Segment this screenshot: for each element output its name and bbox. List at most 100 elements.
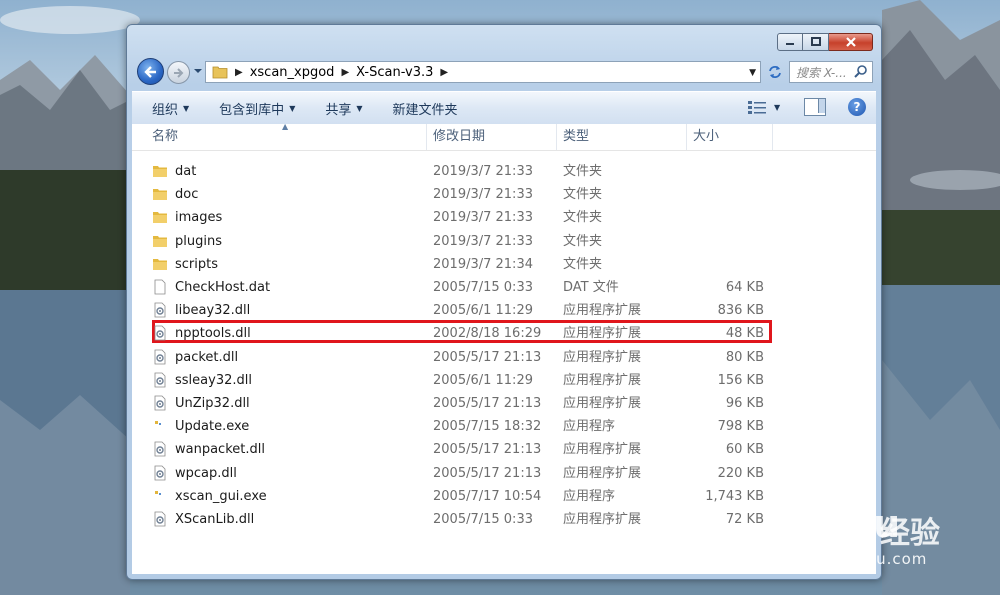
close-icon: [845, 37, 856, 47]
file-size: [682, 230, 764, 253]
breadcrumb-item[interactable]: xscan_xpgod: [250, 65, 335, 80]
file-row[interactable]: wpcap.dll 2005/5/17 21:13 应用程序扩展 220 KB: [132, 462, 876, 485]
file-date: 2019/3/7 21:33: [433, 187, 533, 203]
file-date: 2005/5/17 21:13: [433, 396, 542, 411]
file-row[interactable]: UnZip32.dll 2005/5/17 21:13 应用程序扩展 96 KB: [132, 392, 876, 415]
details-view-icon: [748, 101, 766, 114]
file-date: 2005/7/15 18:32: [433, 419, 542, 435]
arrow-right-icon: [173, 67, 183, 78]
file-type: 应用程序扩展: [563, 465, 642, 481]
search-icon[interactable]: [853, 64, 869, 80]
file-name: npptools.dll: [175, 326, 251, 342]
file-type: 应用程序: [563, 488, 616, 504]
breadcrumb-separator[interactable]: ▶: [341, 67, 349, 78]
file-size: 220 KB: [717, 465, 764, 481]
new-folder-button[interactable]: 新建文件夹: [383, 97, 468, 119]
search-input[interactable]: 搜索 X-...: [789, 61, 873, 83]
file-size: 1,743 KB: [705, 488, 764, 504]
file-row[interactable]: libeay32.dll 2005/6/1 11:29 应用程序扩展 836 KB: [132, 299, 876, 322]
caption-buttons: [777, 33, 873, 51]
file-name: dat: [175, 164, 197, 179]
file-date: 2005/5/17 21:13: [433, 349, 542, 365]
file-row[interactable]: ssleay32.dll 2005/6/1 11:29 应用程序扩展 156 KB: [132, 369, 876, 392]
share-label: 共享: [325, 102, 352, 118]
file-name: scripts: [175, 256, 218, 272]
breadcrumb-item[interactable]: X-Scan-v3.3: [356, 65, 433, 80]
folder-icon: [153, 212, 167, 224]
file-type: 文件夹: [563, 164, 603, 179]
help-button[interactable]: ?: [848, 98, 866, 116]
watermark-cn: 经验: [880, 516, 940, 551]
organize-menu[interactable]: 组织 ▼: [142, 97, 199, 119]
question-mark-icon: ?: [853, 100, 861, 114]
file-date: 2019/3/7 21:33: [433, 233, 533, 249]
address-bar[interactable]: ▶ xscan_xpgod ▶ X-Scan-v3.3 ▶ ▼: [205, 61, 761, 83]
file-name: Update.exe: [175, 419, 250, 435]
file-name: ssleay32.dll: [175, 372, 252, 388]
search-placeholder: 搜索 X-...: [796, 65, 847, 80]
file-type: DAT 文件: [563, 280, 619, 295]
file-row[interactable]: xscan_gui.exe 2005/7/17 10:54 应用程序 1,743 KB: [132, 485, 876, 508]
file-name: packet.dll: [175, 349, 239, 365]
file-row[interactable]: npptools.dll 2002/8/18 16:29 应用程序扩展 48 KB: [132, 320, 876, 345]
folder-icon: [212, 66, 228, 79]
file-row[interactable]: images 2019/3/7 21:33 文件夹: [132, 206, 876, 229]
column-header-name[interactable]: 名称: [146, 124, 426, 150]
forward-button[interactable]: [167, 61, 190, 84]
refresh-button[interactable]: [765, 61, 785, 83]
file-date: 2005/7/15 0:33: [433, 280, 533, 295]
file-row[interactable]: dat 2019/3/7 21:33 文件夹: [132, 160, 876, 183]
dll-file-icon: [154, 441, 166, 457]
chevron-down-icon: ▼: [356, 103, 363, 113]
file-row[interactable]: doc 2019/3/7 21:33 文件夹: [132, 183, 876, 206]
back-button[interactable]: [137, 58, 164, 85]
column-header-size[interactable]: 大小: [686, 124, 772, 150]
blank-file-icon: [154, 279, 166, 295]
breadcrumb-separator[interactable]: ▶: [235, 67, 243, 78]
address-dropdown-icon[interactable]: ▼: [749, 68, 756, 78]
file-name: wanpacket.dll: [175, 442, 265, 458]
change-view-button[interactable]: ▼: [748, 96, 788, 118]
file-type: 应用程序扩展: [563, 303, 642, 319]
file-size: 48 KB: [725, 326, 764, 342]
preview-pane-button[interactable]: [804, 98, 826, 116]
share-menu[interactable]: 共享 ▼: [315, 97, 372, 119]
column-header-type[interactable]: 类型: [556, 124, 686, 150]
file-name: images: [175, 210, 223, 226]
include-in-library-menu[interactable]: 包含到库中 ▼: [209, 97, 305, 119]
column-header-date[interactable]: 修改日期: [426, 124, 556, 150]
close-button[interactable]: [829, 33, 873, 51]
file-type: 文件夹: [563, 256, 603, 272]
column-divider[interactable]: [772, 124, 773, 150]
dll-file-icon: [154, 395, 166, 411]
file-row[interactable]: XScanLib.dll 2005/7/15 0:33 应用程序扩展 72 KB: [132, 508, 876, 531]
folder-icon: [153, 258, 167, 270]
history-dropdown-icon[interactable]: [193, 66, 203, 76]
exe-file-icon: [155, 421, 161, 426]
minimize-icon: [786, 43, 794, 45]
file-date: 2005/7/17 10:54: [433, 488, 542, 504]
file-type: 应用程序扩展: [563, 442, 642, 458]
breadcrumb-separator[interactable]: ▶: [440, 67, 448, 78]
file-date: 2005/5/17 21:13: [433, 465, 542, 481]
file-row[interactable]: packet.dll 2005/5/17 21:13 应用程序扩展 80 KB: [132, 346, 876, 369]
minimize-button[interactable]: [777, 33, 803, 51]
file-size: 60 KB: [725, 442, 764, 458]
file-row[interactable]: plugins 2019/3/7 21:33 文件夹: [132, 230, 876, 253]
watermark-url: jingyan.baidu.com: [772, 550, 928, 568]
maximize-button[interactable]: [803, 33, 829, 51]
file-date: 2005/7/15 0:33: [433, 512, 533, 527]
dll-file-icon: [154, 372, 166, 388]
file-name: wpcap.dll: [175, 465, 237, 481]
file-size: 96 KB: [725, 396, 764, 411]
file-size: [682, 183, 764, 206]
file-type: 应用程序扩展: [563, 396, 642, 411]
file-row[interactable]: Update.exe 2005/7/15 18:32 应用程序 798 KB: [132, 415, 876, 438]
file-type: 文件夹: [563, 187, 603, 203]
file-row[interactable]: wanpacket.dll 2005/5/17 21:13 应用程序扩展 60 KB: [132, 438, 876, 461]
organize-label: 组织: [152, 102, 179, 118]
file-size: 798 KB: [717, 419, 764, 435]
file-type: 文件夹: [563, 233, 603, 249]
file-row[interactable]: CheckHost.dat 2005/7/15 0:33 DAT 文件 64 KB: [132, 276, 876, 299]
file-row[interactable]: scripts 2019/3/7 21:34 文件夹: [132, 253, 876, 276]
